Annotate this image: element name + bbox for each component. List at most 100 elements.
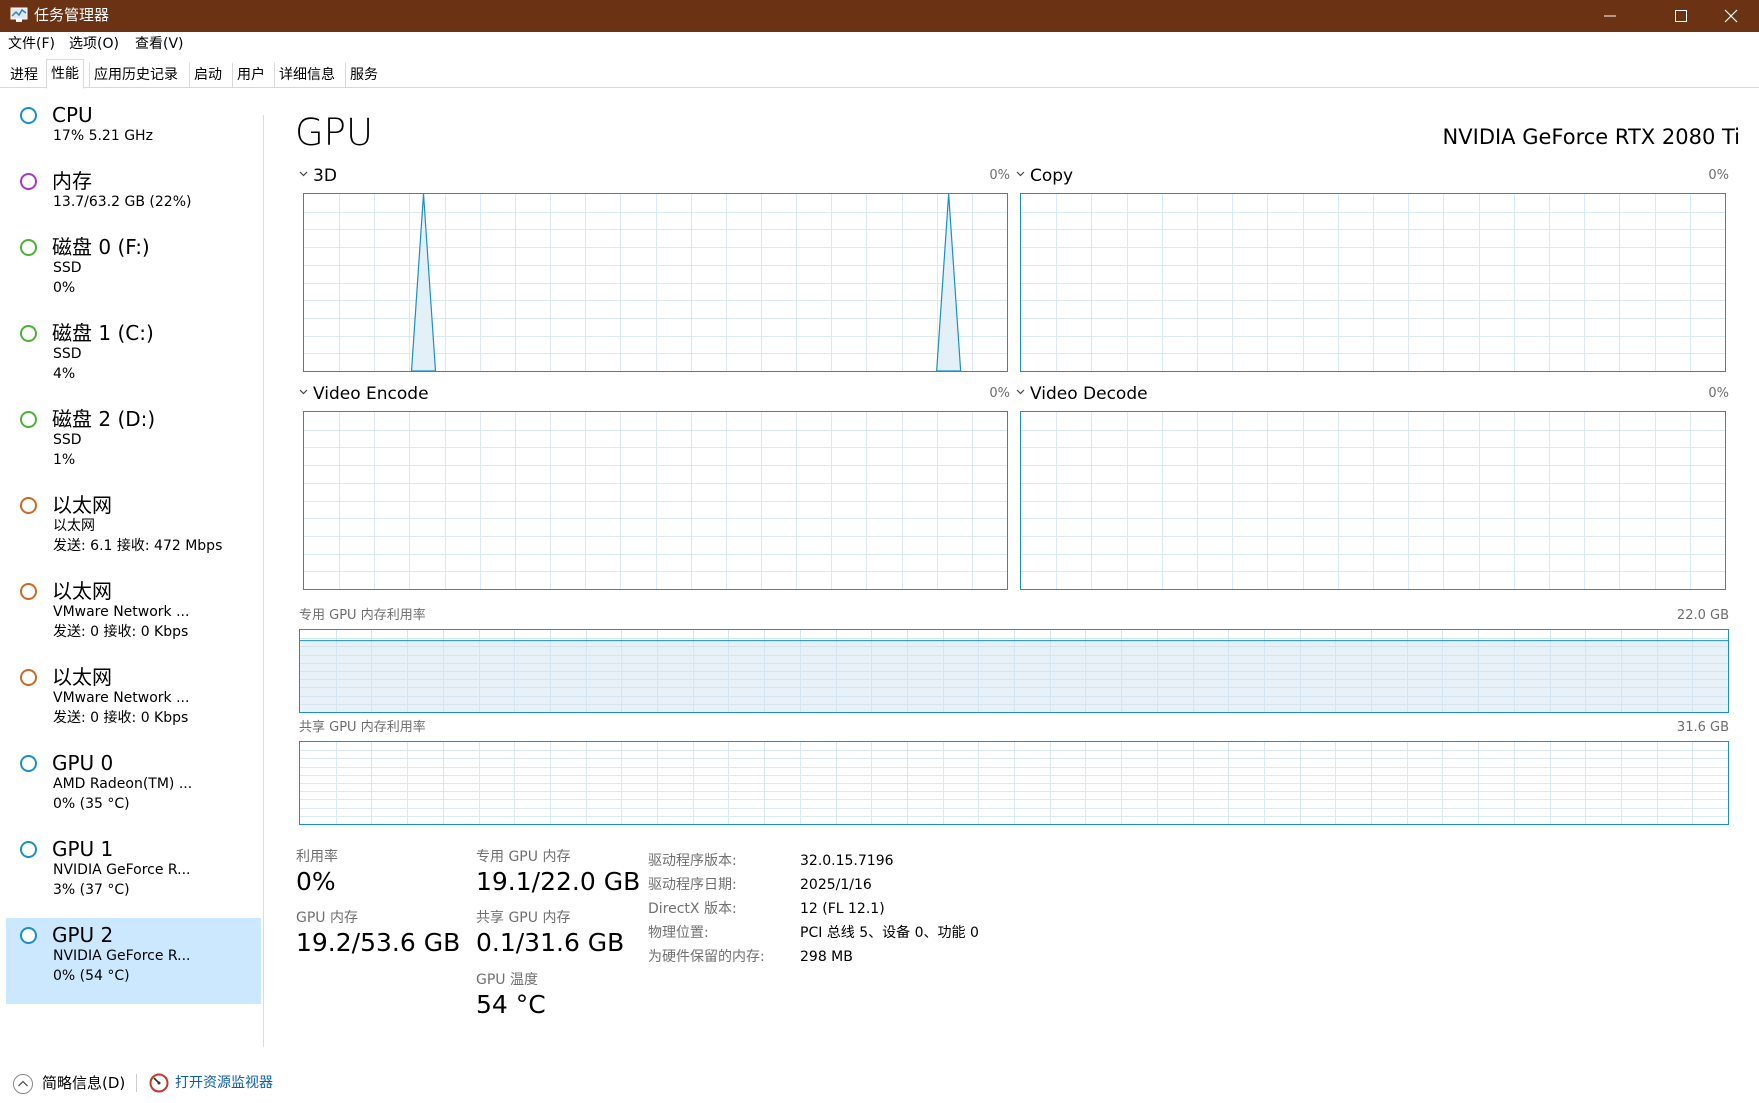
shared-gpu-memory-value: 0.1/31.6 GB <box>476 928 625 957</box>
sidebar-item-title: 以太网 <box>52 493 112 517</box>
sidebar-item[interactable]: 磁盘 1 (C:) SSD 4% <box>6 316 261 402</box>
gpu-temperature-value: 54 °C <box>476 990 546 1019</box>
tab-services[interactable]: 服务 <box>345 62 383 88</box>
sidebar-item[interactable]: 磁盘 0 (F:) SSD 0% <box>6 230 261 316</box>
open-resource-monitor-link[interactable]: 打开资源监视器 <box>175 1073 273 1093</box>
sidebar-item-subtitle: NVIDIA GeForce R... <box>53 862 191 878</box>
engine-selector-3d[interactable]: 3D <box>299 165 337 187</box>
sidebar-item-subtitle: VMware Network ... <box>53 690 190 706</box>
sidebar-item-title: GPU 1 <box>52 837 114 861</box>
sidebar-item[interactable]: 以太网 VMware Network ... 发送: 0 接收: 0 Kbps <box>6 574 261 660</box>
graph-grid <box>1021 194 1725 371</box>
shared-memory-max: 31.6 GB <box>1676 720 1729 735</box>
status-circle-icon <box>20 583 37 600</box>
sidebar-item[interactable]: GPU 2 NVIDIA GeForce R... 0% (54 °C) <box>6 918 261 1004</box>
status-circle-icon <box>20 497 37 514</box>
sidebar-item-title: 以太网 <box>52 579 112 603</box>
sidebar-item-title: 内存 <box>52 169 92 193</box>
status-circle-icon <box>20 841 37 858</box>
tab-processes[interactable]: 进程 <box>5 62 43 88</box>
engine-selector-video-decode[interactable]: Video Decode <box>1016 383 1148 405</box>
engine-selector-video-encode[interactable]: Video Encode <box>299 383 429 405</box>
fewer-details-button[interactable]: 简略信息(D) <box>42 1073 125 1093</box>
graph-shared-memory <box>299 741 1729 825</box>
footer-divider <box>136 1074 137 1092</box>
reserved-memory-value: 298 MB <box>800 949 853 965</box>
driver-version-value: 32.0.15.7196 <box>800 853 894 869</box>
sidebar-item-subtitle: NVIDIA GeForce R... <box>53 948 191 964</box>
sidebar-item-detail: 发送: 0 接收: 0 Kbps <box>53 710 189 726</box>
resource-monitor-icon <box>149 1073 169 1093</box>
tab-performance[interactable]: 性能 <box>46 59 84 89</box>
minimize-button[interactable] <box>1581 0 1639 32</box>
reserved-memory-label: 为硬件保留的内存: <box>648 949 765 965</box>
driver-date-value: 2025/1/16 <box>800 877 872 893</box>
footer: 简略信息(D) 打开资源监视器 <box>0 1060 1759 1103</box>
sidebar-item-detail: 3% (37 °C) <box>53 882 130 898</box>
menu-options[interactable]: 选项(O) <box>69 35 119 53</box>
tab-bar: 进程 性能 应用历史记录 启动 用户 详细信息 服务 <box>0 57 1759 89</box>
engine-percent: 0% <box>989 168 1010 183</box>
sidebar-item-detail: 1% <box>53 452 76 468</box>
utilization-spike <box>410 194 437 371</box>
driver-date-label: 驱动程序日期: <box>648 877 737 893</box>
engine-percent: 0% <box>989 386 1010 401</box>
sidebar-item-detail: 0% (35 °C) <box>53 796 130 812</box>
tab-users[interactable]: 用户 <box>232 62 270 88</box>
graph-grid <box>300 742 1728 824</box>
status-circle-icon <box>20 173 37 190</box>
graph-grid <box>304 194 1007 371</box>
status-circle-icon <box>20 239 37 256</box>
sidebar-item-subtitle: VMware Network ... <box>53 604 190 620</box>
sidebar-item-detail: 发送: 6.1 接收: 472 Mbps <box>53 538 223 554</box>
sidebar-item-subtitle: 17% 5.21 GHz <box>53 128 153 144</box>
sidebar-item[interactable]: 以太网 VMware Network ... 发送: 0 接收: 0 Kbps <box>6 660 261 746</box>
physical-location-label: 物理位置: <box>648 925 709 941</box>
status-circle-icon <box>20 107 37 124</box>
chevron-up-circle-icon[interactable] <box>12 1073 34 1095</box>
sidebar-item-detail: 4% <box>53 366 76 382</box>
chevron-down-icon <box>299 389 308 395</box>
tab-details[interactable]: 详细信息 <box>274 62 340 88</box>
shared-gpu-memory-label: 共享 GPU 内存 <box>476 910 571 926</box>
sidebar-item[interactable]: GPU 1 NVIDIA GeForce R... 3% (37 °C) <box>6 832 261 918</box>
sidebar-item[interactable]: 以太网 以太网发送: 6.1 接收: 472 Mbps <box>6 488 261 574</box>
sidebar-item-detail: 0% <box>53 280 76 296</box>
status-circle-icon <box>20 927 37 944</box>
menu-file[interactable]: 文件(F) <box>8 35 55 53</box>
utilization-value: 0% <box>296 867 336 896</box>
engine-name: Video Encode <box>313 384 429 404</box>
engine-selector-copy[interactable]: Copy <box>1016 165 1073 187</box>
tab-app-history[interactable]: 应用历史记录 <box>89 62 183 88</box>
tab-startup[interactable]: 启动 <box>189 62 227 88</box>
engine-name: Video Decode <box>1030 384 1148 404</box>
sidebar-item[interactable]: 磁盘 2 (D:) SSD 1% <box>6 402 261 488</box>
graph-video-encode <box>303 411 1008 590</box>
sidebar-item[interactable]: GPU 0 AMD Radeon(TM) ... 0% (35 °C) <box>6 746 261 832</box>
directx-version-value: 12 (FL 12.1) <box>800 901 885 917</box>
dedicated-gpu-memory-label: 专用 GPU 内存 <box>476 849 571 865</box>
sidebar-item-title: 以太网 <box>52 665 112 689</box>
status-circle-icon <box>20 325 37 342</box>
sidebar-divider <box>263 115 264 1047</box>
physical-location-value: PCI 总线 5、设备 0、功能 0 <box>800 925 979 941</box>
sidebar-item-detail: 0% (54 °C) <box>53 968 130 984</box>
close-button[interactable] <box>1702 0 1759 32</box>
graph-video-decode <box>1020 411 1726 590</box>
driver-version-label: 驱动程序版本: <box>648 853 737 869</box>
sidebar-item-subtitle: 以太网 <box>53 518 95 534</box>
sidebar-item-subtitle: 13.7/63.2 GB (22%) <box>53 194 192 210</box>
gpu-memory-label: GPU 内存 <box>296 910 358 926</box>
menu-view[interactable]: 查看(V) <box>135 35 184 53</box>
graph-3d <box>303 193 1008 372</box>
sidebar-item-subtitle: AMD Radeon(TM) ... <box>53 776 193 792</box>
shared-memory-label: 共享 GPU 内存利用率 <box>299 720 426 735</box>
directx-version-label: DirectX 版本: <box>648 901 737 917</box>
sidebar-item-subtitle: SSD <box>53 260 82 276</box>
chevron-down-icon <box>1016 171 1025 177</box>
graph-dedicated-memory <box>299 629 1729 713</box>
graph-grid <box>1021 412 1725 589</box>
utilization-spike <box>936 194 962 371</box>
engine-name: Copy <box>1030 166 1074 186</box>
utilization-label: 利用率 <box>296 849 338 865</box>
